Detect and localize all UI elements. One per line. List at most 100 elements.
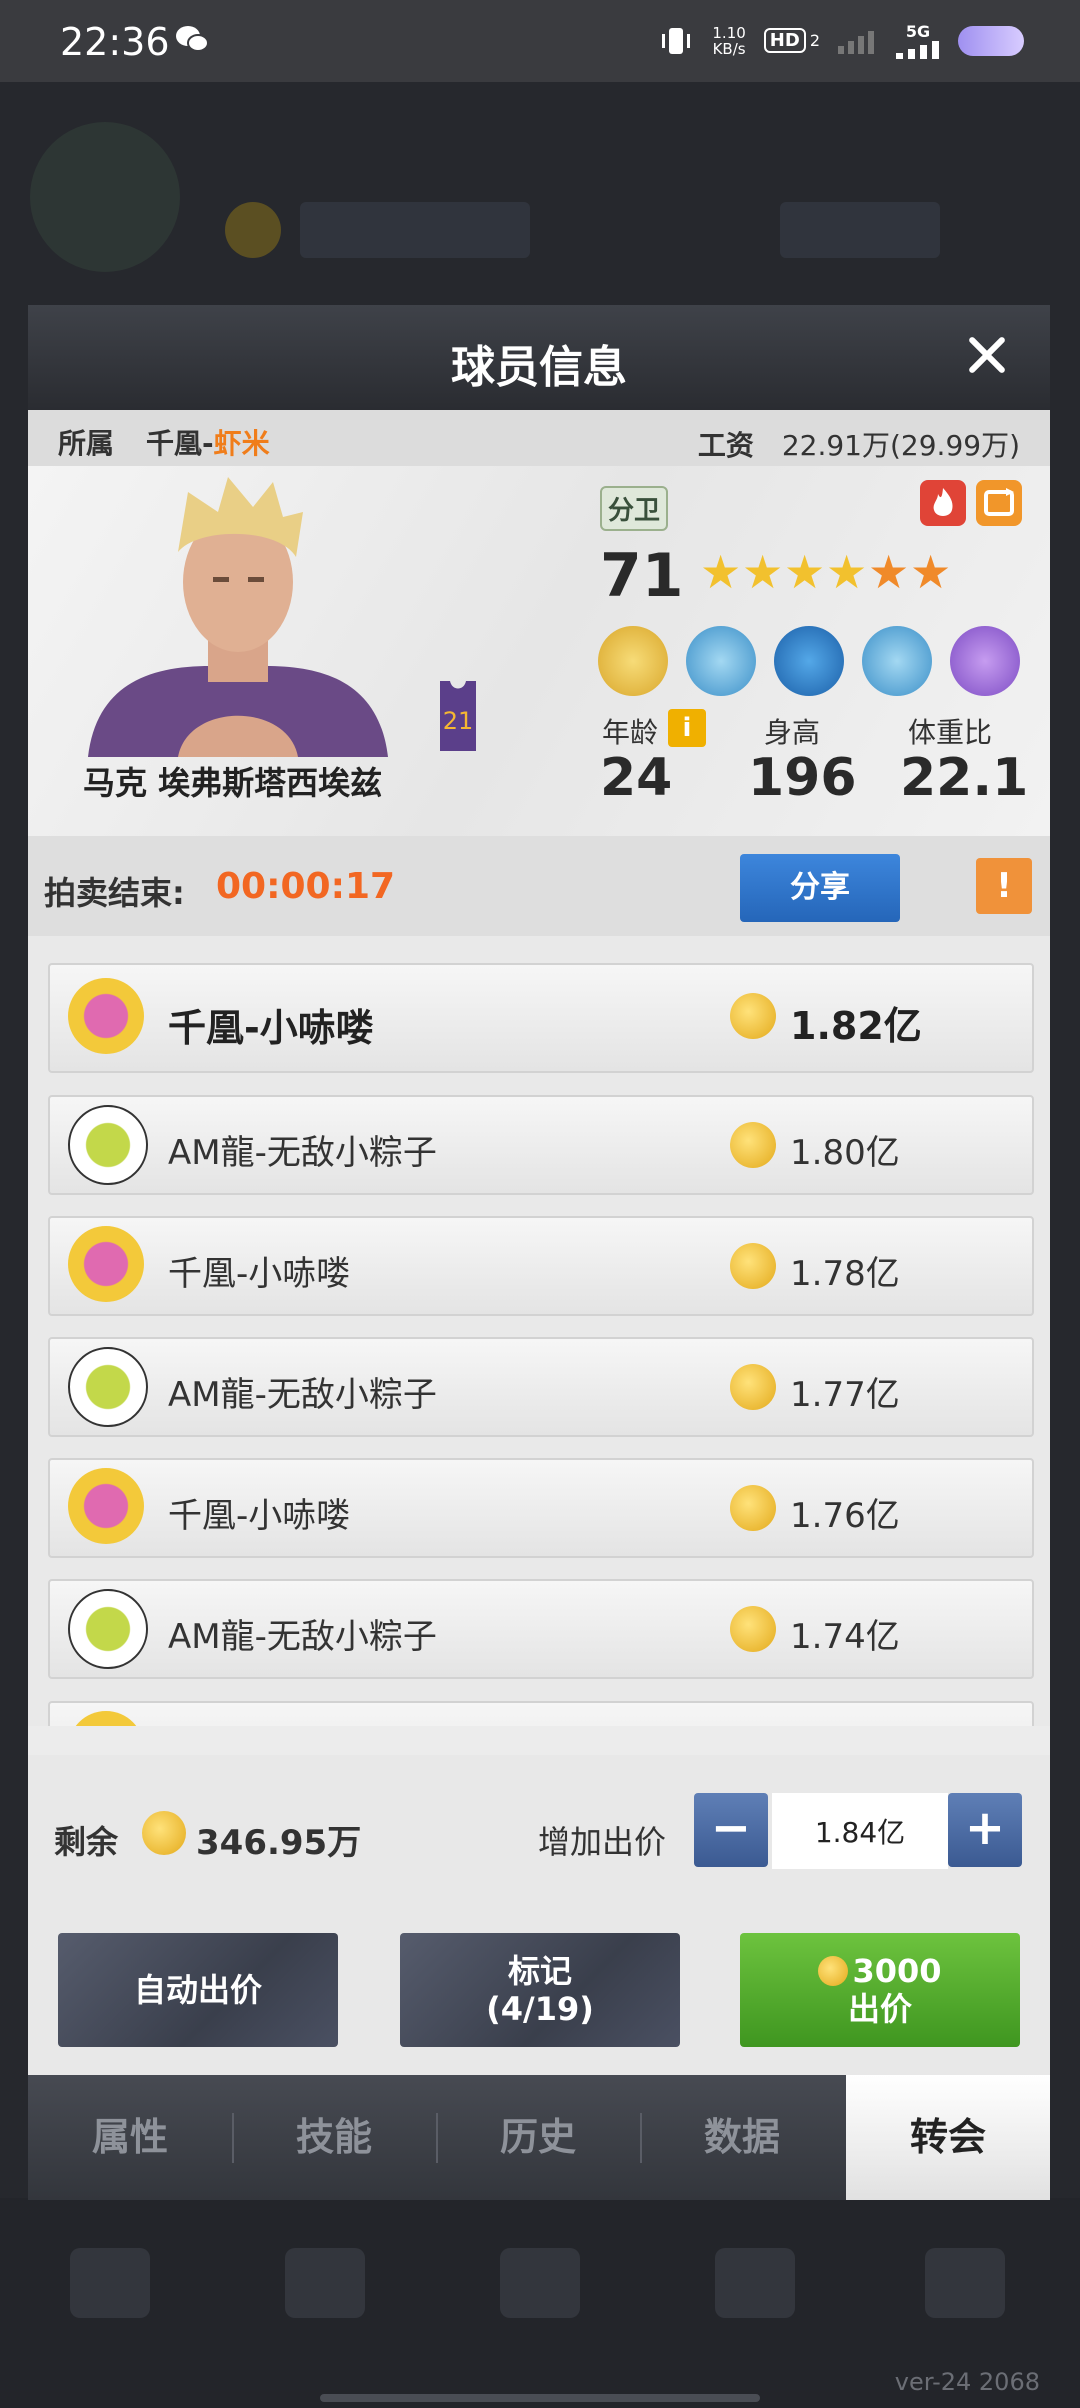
raise-bid-label: 增加出价 xyxy=(538,1823,667,1861)
bid-history-list[interactable]: 千凰-小哧喽 1.82亿 AM龍-无敌小粽子 1.80亿 千凰-小哧喽 1.78… xyxy=(28,936,1050,1726)
height-value: 196 xyxy=(748,748,857,808)
dialog-tabs: 属性 技能 历史 数据 转会 xyxy=(28,2075,1050,2200)
hd-badge: HD xyxy=(763,28,806,53)
tab-attributes[interactable]: 属性 xyxy=(28,2075,232,2200)
player-info-dialog: 球员信息 所属 千凰-虾米 工资 22.91万(29.99万) 21 马克 埃弗斯… xyxy=(28,305,1050,2200)
star-icon: ★ xyxy=(742,545,784,599)
bg-nav-icon xyxy=(715,2248,795,2318)
home-indicator xyxy=(320,2394,760,2402)
team-emblem-icon xyxy=(68,1226,144,1302)
fire-icon[interactable] xyxy=(920,480,966,526)
mark-button[interactable]: 标记 (4/19) xyxy=(400,1933,680,2047)
tab-skills[interactable]: 技能 xyxy=(232,2075,436,2200)
tab-history[interactable]: 历史 xyxy=(436,2075,640,2200)
skill-badge-icon[interactable] xyxy=(598,626,668,696)
coin-icon xyxy=(730,1364,776,1410)
bg-nav-icon xyxy=(500,2248,580,2318)
bid-row: AM龍-无敌小粽子 1.77亿 xyxy=(48,1337,1034,1437)
skill-badge-icon[interactable] xyxy=(774,626,844,696)
team-emblem-icon xyxy=(68,1347,148,1427)
bid-amount: 1.74亿 xyxy=(790,1617,900,1657)
team-emblem-icon xyxy=(68,1105,148,1185)
tab-data[interactable]: 数据 xyxy=(640,2075,844,2200)
affiliation-label: 所属 xyxy=(58,427,115,460)
auto-bid-button[interactable]: 自动出价 xyxy=(58,1933,338,2047)
remaining-label: 剩余 xyxy=(54,1823,119,1861)
bid-row: 千凰-小哧喽 1.82亿 xyxy=(48,963,1034,1073)
skill-badge-icon[interactable] xyxy=(862,626,932,696)
age-label: 年龄 xyxy=(602,716,659,749)
bidder-name: AM龍-无敌小粽子 xyxy=(168,1375,437,1415)
bid-amount: 1.82亿 xyxy=(790,1004,922,1048)
share-button[interactable]: 分享 xyxy=(740,854,900,922)
decrease-bid-button[interactable]: − xyxy=(694,1793,768,1867)
player-profile: 21 马克 埃弗斯塔西埃兹 分卫 71 ★ ★ ★ ★ ★ ★ 年龄 i 24 … xyxy=(28,466,1050,836)
hd-sub: 2 xyxy=(809,31,820,50)
auction-label: 拍卖结束: xyxy=(44,874,185,912)
bidder-name: 千凰-小哧喽 xyxy=(168,1254,351,1294)
network-speed: 1.10 KB/s xyxy=(712,23,746,58)
bid-controls: 剩余 346.95万 增加出价 − + 自动出价 标记 (4/19) 3000 … xyxy=(28,1755,1050,2075)
star-icon: ★ xyxy=(826,545,868,599)
bidder-name: AM龍-无敌小粽子 xyxy=(168,1617,437,1657)
increase-bid-button[interactable]: + xyxy=(948,1793,1022,1867)
coin-icon xyxy=(142,1811,186,1855)
status-time: 22:36 xyxy=(60,20,170,64)
bid-amount: 1.76亿 xyxy=(790,1496,900,1536)
info-icon[interactable]: i xyxy=(668,709,706,747)
player-name: 马克 埃弗斯塔西埃兹 xyxy=(83,764,383,802)
star-icon: ★ xyxy=(868,545,910,599)
star-rating: ★ ★ ★ ★ ★ ★ xyxy=(700,548,952,596)
close-button[interactable] xyxy=(964,333,1008,377)
bg-nav-icon xyxy=(70,2248,150,2318)
battery-icon xyxy=(958,25,1024,56)
player-portrait xyxy=(88,477,388,757)
wechat-icon xyxy=(176,26,209,52)
signal-5g-icon: 5G xyxy=(896,22,940,59)
star-icon: ★ xyxy=(910,545,952,599)
coin-icon xyxy=(730,993,776,1039)
bg-currency-bar xyxy=(300,202,530,258)
weight-label: 体重比 xyxy=(908,716,993,749)
jersey-icon: 21 xyxy=(440,681,476,751)
warning-icon[interactable]: ! xyxy=(976,858,1032,914)
tab-transfer[interactable]: 转会 xyxy=(846,2075,1050,2200)
bidder-name: 千凰-小哧喽 xyxy=(168,1496,351,1536)
coin-icon xyxy=(818,1956,849,1986)
bid-amount: 1.78亿 xyxy=(790,1254,900,1294)
dialog-header: 球员信息 xyxy=(28,305,1050,410)
bid-amount-input[interactable] xyxy=(772,1793,948,1869)
dialog-title: 球员信息 xyxy=(451,342,627,393)
affiliation-row: 所属 千凰-虾米 工资 22.91万(29.99万) xyxy=(28,410,1050,466)
bidder-name: AM龍-无敌小粽子 xyxy=(168,1133,437,1173)
svg-text:21: 21 xyxy=(443,707,474,735)
bg-gem-bar xyxy=(780,202,940,258)
auction-row: 拍卖结束: 00:00:17 分享 ! xyxy=(28,836,1050,936)
star-icon: ★ xyxy=(700,545,742,599)
place-bid-button[interactable]: 3000 出价 xyxy=(740,1933,1020,2047)
team-emblem-icon xyxy=(68,1711,144,1726)
team-emblem-icon xyxy=(68,1589,148,1669)
team-emblem-bg xyxy=(30,122,180,272)
team-name: 千凰-虾米 xyxy=(146,427,270,460)
skill-badge-icon[interactable] xyxy=(686,626,756,696)
coin-icon-bg xyxy=(225,202,281,258)
coin-icon xyxy=(730,1606,776,1652)
bid-row: AM龍-无敌小粽子 1.74亿 xyxy=(48,1579,1034,1679)
skill-badge-icon[interactable] xyxy=(950,626,1020,696)
bid-amount: 1.80亿 xyxy=(790,1133,900,1173)
remaining-value: 346.95万 xyxy=(196,1823,362,1863)
auction-timer: 00:00:17 xyxy=(216,866,396,907)
bidder-name: 千凰-小哧喽 xyxy=(168,1006,374,1050)
bid-amount: 1.77亿 xyxy=(790,1375,900,1415)
version-label: ver-24 2068 xyxy=(894,2368,1040,2396)
swap-icon[interactable] xyxy=(976,480,1022,526)
coin-icon xyxy=(730,1243,776,1289)
age-value: 24 xyxy=(600,748,673,808)
team-emblem-icon xyxy=(68,1468,144,1544)
vibrate-icon xyxy=(662,27,691,54)
team-emblem-icon xyxy=(68,978,144,1054)
height-label: 身高 xyxy=(764,716,821,749)
bid-row: 千凰-小哧喽 1.76亿 xyxy=(48,1458,1034,1558)
player-rating: 71 xyxy=(600,541,684,611)
